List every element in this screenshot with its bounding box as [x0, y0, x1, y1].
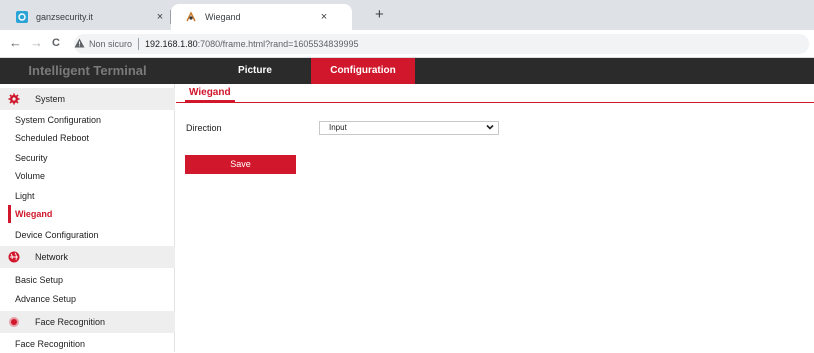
direction-selected-value: Input [329, 123, 347, 132]
tab-title: ganzsecurity.it [36, 12, 93, 22]
save-button[interactable]: Save [185, 155, 296, 174]
main-content: Wiegand Direction Input Save [176, 84, 814, 352]
sidebar-section-face-recognition[interactable]: Face Recognition [0, 311, 175, 333]
address-bar[interactable]: Non sicuro 192.168.1.80 :7080/frame.html… [74, 34, 809, 54]
app-brand: Intelligent Terminal [28, 63, 147, 78]
ganz-favicon-icon [16, 11, 28, 23]
sidebar-item-system-configuration[interactable]: System Configuration [15, 111, 101, 129]
sidebar-item-device-configuration[interactable]: Device Configuration [15, 226, 99, 244]
sidebar-item-security[interactable]: Security [15, 149, 48, 167]
sidebar-item-wiegand[interactable]: Wiegand [15, 205, 52, 223]
address-divider [138, 38, 140, 50]
sidebar-item-face-recognition[interactable]: Face Recognition [15, 335, 85, 353]
chevron-down-icon [486, 122, 494, 136]
security-status: Non sicuro [89, 39, 133, 49]
sidebar-section-label: Face Recognition [35, 317, 106, 327]
direction-label: Direction [186, 123, 222, 133]
active-indicator [8, 205, 11, 223]
url-path: :7080/frame.html?rand=1605534839995 [197, 39, 359, 49]
tab-picture[interactable]: Picture [201, 58, 309, 84]
new-tab-button[interactable]: + [375, 7, 384, 23]
sidebar-item-basic-setup[interactable]: Basic Setup [15, 271, 63, 289]
sidebar-section-network[interactable]: Network [0, 246, 175, 268]
sidebar-section-system[interactable]: System [0, 88, 175, 110]
face-recognition-icon [8, 316, 20, 328]
browser-tab-ganzsecurity[interactable]: ganzsecurity.it × [0, 4, 170, 30]
sidebar-item-light[interactable]: Light [15, 187, 35, 205]
forward-arrow-icon[interactable]: → [30, 36, 43, 50]
tab-wiegand[interactable]: Wiegand [185, 84, 235, 102]
close-tab-icon[interactable]: × [153, 10, 167, 24]
tab-configuration[interactable]: Configuration [311, 58, 415, 84]
browser-tab-bar: ganzsecurity.it × Wiegand × + [0, 0, 814, 30]
sidebar-section-label: System [35, 94, 66, 104]
back-arrow-icon[interactable]: ← [9, 36, 22, 50]
sidebar-item-advance-setup[interactable]: Advance Setup [15, 290, 76, 308]
sidebar-item-scheduled-reboot[interactable]: Scheduled Reboot [15, 129, 89, 147]
url-host: 192.168.1.80 [145, 39, 198, 49]
sidebar-item-volume[interactable]: Volume [15, 167, 45, 185]
warning-triangle-icon[interactable] [74, 38, 85, 50]
subtab-row: Wiegand [176, 84, 814, 103]
sidebar-section-label: Network [35, 252, 69, 262]
app-header: Intelligent Terminal Picture Configurati… [0, 58, 814, 84]
wiegand-favicon-icon [185, 11, 197, 23]
globe-icon [8, 251, 20, 263]
gear-icon [8, 93, 20, 105]
sidebar: System System Configuration Scheduled Re… [0, 84, 175, 352]
direction-select[interactable]: Input [319, 121, 499, 135]
reload-icon[interactable]: C [52, 36, 60, 50]
browser-toolbar: ← → C Non sicuro 192.168.1.80 :7080/fram… [0, 30, 814, 58]
close-tab-icon[interactable]: × [317, 10, 331, 24]
browser-tab-wiegand[interactable]: Wiegand × [171, 4, 352, 30]
